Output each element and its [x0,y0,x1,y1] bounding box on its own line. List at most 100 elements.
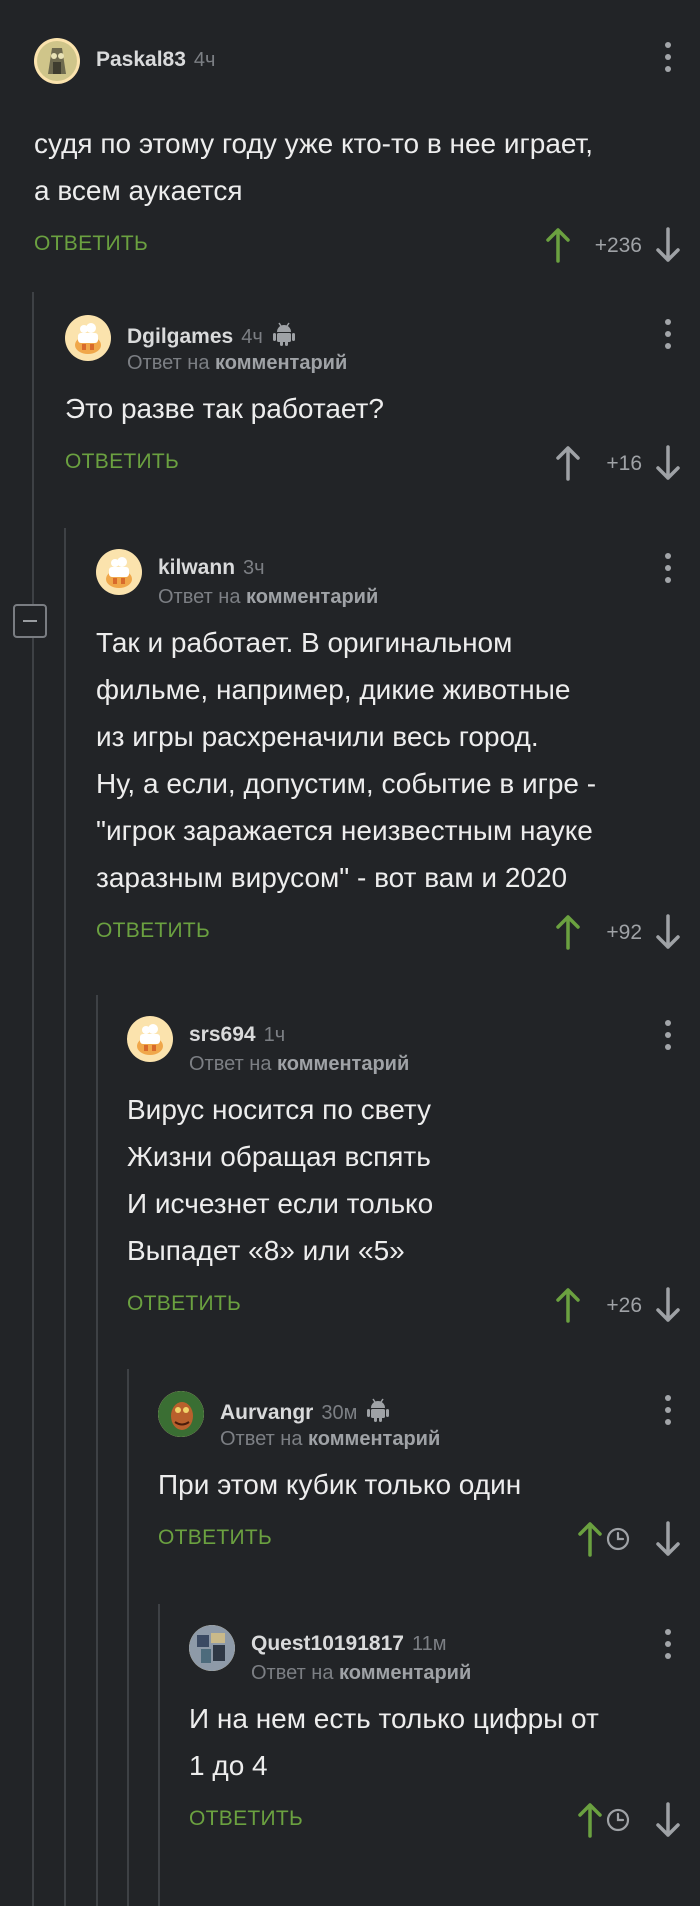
reply-button[interactable]: ОТВЕТИТЬ [189,1807,303,1831]
comment-actions: ОТВЕТИТЬ +236 [34,224,700,268]
downvote-arrow-icon[interactable] [654,1520,682,1563]
collapse-thread-button[interactable] [13,604,47,638]
reply-to-link[interactable]: комментарий [277,1053,409,1075]
downvote-arrow-icon[interactable] [654,226,682,269]
username-text[interactable]: Dgilgames [127,325,233,348]
reply-to-link[interactable]: комментарий [339,1662,471,1684]
thread-line [96,995,98,1906]
comment-text-line: И исчезнет если только [127,1188,434,1219]
reply-to-link[interactable]: комментарий [308,1428,440,1450]
comment-text-line: фильме, например, дикие животные [96,674,571,705]
thread-line [127,1369,129,1906]
vote-controls: +16 [500,442,700,486]
comment-score: +16 [606,452,642,475]
downvote-arrow-icon[interactable] [654,1286,682,1329]
comment-text-line: Так и работает. В оригинальном [96,627,513,658]
comment-text-line: При этом кубик только один [158,1469,522,1500]
clock-icon [606,1808,630,1837]
reply-button[interactable]: ОТВЕТИТЬ [65,450,179,474]
rooster-avatar[interactable] [127,1016,173,1062]
username[interactable]: Quest10191817 11м [251,1632,446,1656]
reply-to-link[interactable]: комментарий [246,586,378,608]
thread-line [158,1604,160,1906]
android-icon [272,322,295,352]
comment-text: Так и работает. В оригинальном фильме, на… [96,619,700,901]
upvote-arrow-icon[interactable] [554,1286,582,1329]
reply-button[interactable]: ОТВЕТИТЬ [34,232,148,256]
username-text[interactable]: srs694 [189,1023,256,1046]
thread-line [32,292,34,1906]
comment: Paskal83 4ч судя по этому году уже кто-то … [34,38,700,268]
mosaic-avatar[interactable] [189,1625,235,1671]
reply-to-prefix: Ответ на [158,586,247,608]
comment-time: 4ч [193,49,216,71]
owl-avatar[interactable] [34,38,80,84]
comment-header: Quest10191817 11м Ответ на комментарий [189,1625,700,1695]
username[interactable]: Paskal83 4ч [96,48,215,72]
rooster-avatar[interactable] [65,315,111,361]
upvote-arrow-icon[interactable] [554,913,582,956]
reply-to: Ответ на комментарий [127,352,347,375]
more-menu-icon[interactable] [664,319,672,351]
username[interactable]: Dgilgames 4ч [127,322,295,352]
upvote-arrow-icon[interactable] [576,1520,604,1563]
reply-button[interactable]: ОТВЕТИТЬ [127,1292,241,1316]
comment-text-line: И на нем есть только цифры от [189,1703,599,1734]
comment-text-line: из игры расхреначили весь город. [96,721,539,752]
downvote-arrow-icon[interactable] [654,913,682,956]
comment-text: Вирус носится по свету Жизни обращая вспя… [127,1086,700,1274]
more-menu-icon[interactable] [664,1395,672,1427]
username[interactable]: srs694 1ч [189,1023,285,1047]
comment: Dgilgames 4ч Ответ на комментарий Это разве… [65,315,700,486]
reply-to-link[interactable]: комментарий [215,352,347,374]
comment-score: +26 [606,1294,642,1317]
vote-controls: +92 [500,911,700,955]
comment-text-line: "игрок заражается неизвестным науке [96,815,593,846]
comment-actions: ОТВЕТИТЬ [158,1518,700,1562]
android-icon [367,1398,390,1428]
upvote-arrow-icon[interactable] [544,226,572,269]
username-text[interactable]: Paskal83 [96,48,186,71]
upvote-arrow-icon[interactable] [554,444,582,487]
reply-to: Ответ на комментарий [251,1662,471,1685]
username-text[interactable]: Quest10191817 [251,1632,404,1655]
comment-header: Paskal83 4ч [34,38,700,108]
comment-actions: ОТВЕТИТЬ +92 [96,911,700,955]
reply-to: Ответ на комментарий [189,1053,409,1076]
username-text[interactable]: kilwann [158,556,235,579]
reply-button[interactable]: ОТВЕТИТЬ [158,1526,272,1550]
comment-text-line: Ну, а если, допустим, событие в игре - [96,768,597,799]
upvote-arrow-icon[interactable] [576,1801,604,1844]
reply-to-prefix: Ответ на [251,1662,340,1684]
comment-text-line: Выпадет «8» или «5» [127,1235,405,1266]
downvote-arrow-icon[interactable] [654,1801,682,1844]
comment-time: 3ч [243,557,265,579]
downvote-arrow-icon[interactable] [654,444,682,487]
comment-actions: ОТВЕТИТЬ [189,1799,700,1843]
comment-actions: ОТВЕТИТЬ +16 [65,442,700,486]
clock-icon [606,1527,630,1556]
comment-text-line: судя по этому году уже кто-то в нее игра… [34,128,594,159]
more-menu-icon[interactable] [664,553,672,585]
vote-controls [500,1518,700,1562]
reply-to-prefix: Ответ на [189,1053,278,1075]
username-text[interactable]: Aurvangr [220,1401,313,1424]
reply-to: Ответ на комментарий [220,1428,440,1451]
comment-text-line: Жизни обращая вспять [127,1141,431,1172]
comment: Aurvangr 30м Ответ на комментарий При этом … [158,1391,700,1562]
creature-avatar[interactable] [158,1391,204,1437]
comment-text: При этом кубик только один [158,1461,700,1508]
reply-to-prefix: Ответ на [220,1428,309,1450]
username[interactable]: Aurvangr 30м [220,1398,390,1428]
comment: Quest10191817 11м Ответ на комментарий И на… [189,1625,700,1843]
comment-time: 11м [411,1633,447,1655]
more-menu-icon[interactable] [664,42,672,74]
rooster-avatar[interactable] [96,549,142,595]
comment-time: 4ч [241,326,263,348]
comment-time: 1ч [263,1024,286,1046]
more-menu-icon[interactable] [664,1629,672,1661]
comment: kilwann 3ч Ответ на комментарий Так и работ… [96,549,700,955]
more-menu-icon[interactable] [664,1020,672,1052]
reply-button[interactable]: ОТВЕТИТЬ [96,919,210,943]
username[interactable]: kilwann 3ч [158,556,265,580]
